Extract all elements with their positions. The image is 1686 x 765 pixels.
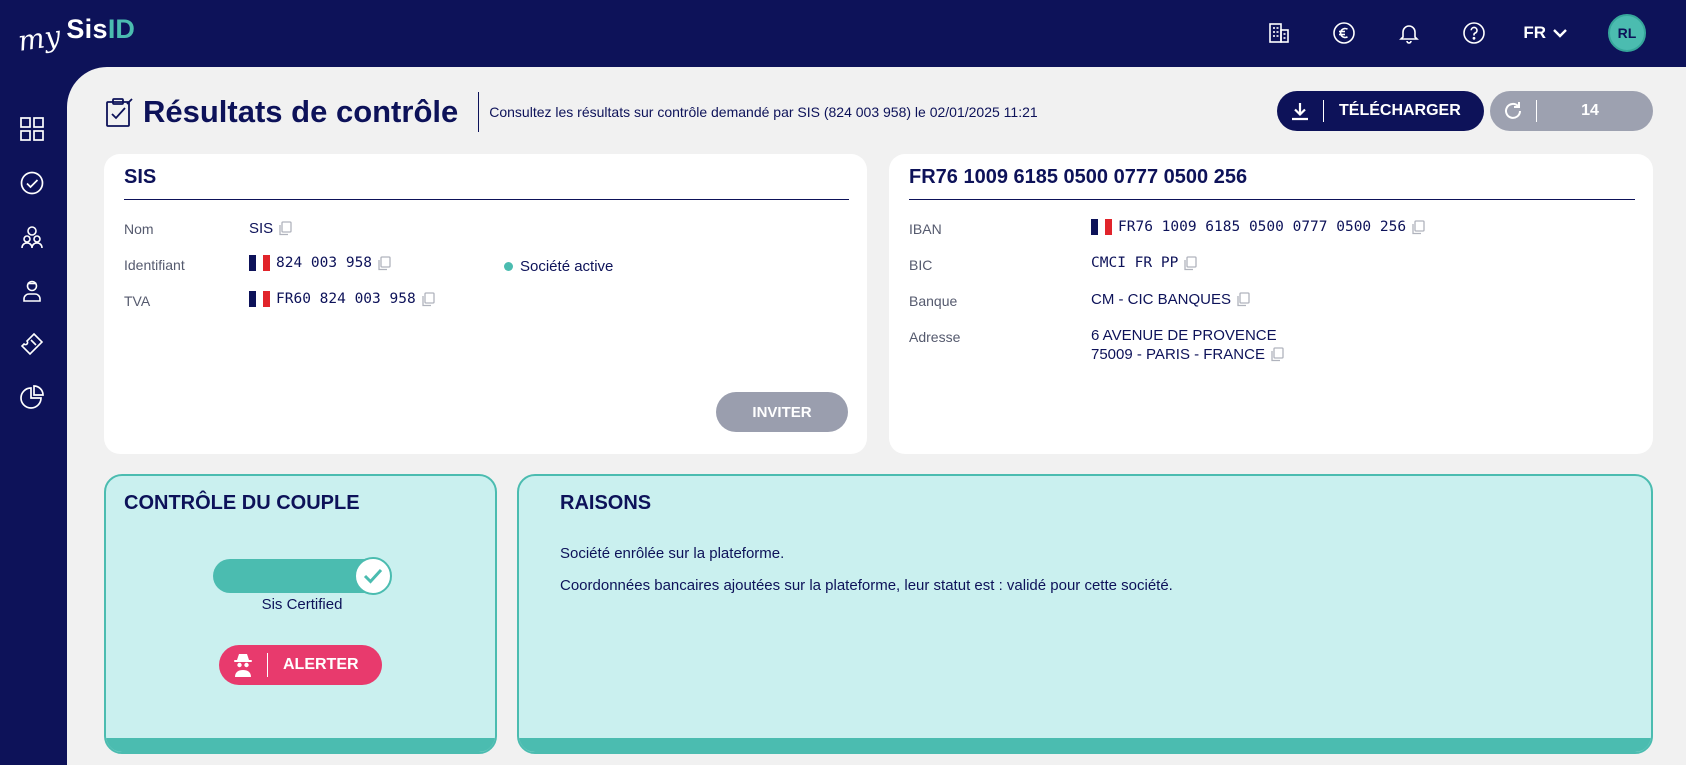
users-icon[interactable]: [18, 223, 46, 251]
page-subtitle: Consultez les résultats sur contrôle dem…: [489, 104, 1038, 120]
copy-icon[interactable]: [1270, 347, 1284, 362]
bank-field: CM - CIC BANQUES: [1091, 291, 1250, 308]
iban-label: IBAN: [909, 221, 942, 237]
logo-sis: Sis: [66, 14, 108, 44]
reason-item: Coordonnées bancaires ajoutées sur la pl…: [560, 577, 1173, 594]
clipboard-check-icon: [106, 98, 133, 127]
bank-label: Banque: [909, 293, 958, 309]
sidebar: [0, 67, 67, 765]
bank-title: FR76 1009 6185 0500 0777 0500 256: [909, 166, 1248, 188]
identifier-field: 824 003 958: [249, 255, 391, 271]
help-icon[interactable]: [1453, 12, 1495, 54]
language-selector[interactable]: FR: [1523, 23, 1568, 43]
address-label: Adresse: [909, 329, 961, 345]
status-dot: [504, 262, 513, 271]
vat-label: TVA: [124, 293, 151, 309]
download-divider: [1323, 100, 1324, 122]
status-badge: Société active: [504, 258, 613, 275]
download-label: TÉLÉCHARGER: [1339, 102, 1461, 119]
bic-label: BIC: [909, 257, 933, 273]
toggle-label: Sis Certified: [261, 596, 343, 613]
copy-icon[interactable]: [1236, 292, 1250, 307]
refresh-button[interactable]: 14: [1490, 91, 1653, 131]
refresh-icon: [1490, 100, 1536, 122]
download-button[interactable]: TÉLÉCHARGER: [1277, 91, 1484, 131]
name-value: SIS: [249, 220, 274, 237]
couple-control-card: CONTRÔLE DU COUPLE Sis Certified ALERTER: [104, 474, 497, 754]
reason-item: Société enrôlée sur la plateforme.: [560, 545, 785, 562]
reasons-card: RAISONS Société enrôlée sur la plateform…: [517, 474, 1653, 754]
address-line-2: 75009 - PARIS - FRANCE: [1091, 346, 1265, 363]
alert-label: ALERTER: [283, 656, 359, 673]
address-line-1: 6 AVENUE DE PROVENCE: [1091, 327, 1277, 344]
reasons-title: RAISONS: [560, 492, 652, 514]
chevron-down-icon: [1553, 29, 1567, 38]
top-bar: my Sis ID FR RL: [0, 0, 1686, 67]
address-field-2: 75009 - PARIS - FRANCE: [1091, 346, 1284, 363]
refresh-count: 14: [1581, 102, 1599, 119]
copy-icon[interactable]: [421, 291, 435, 307]
logo-id: ID: [107, 14, 135, 44]
alert-button[interactable]: ALERTER: [219, 645, 382, 685]
vat-value: FR60 824 003 958: [276, 291, 416, 307]
logo-my: my: [15, 19, 63, 58]
copy-icon[interactable]: [1411, 219, 1425, 235]
bell-icon[interactable]: [1388, 12, 1430, 54]
main-content: Résultats de contrôle Consultez les résu…: [67, 67, 1686, 765]
avatar[interactable]: RL: [1608, 14, 1646, 52]
iban-value: FR76 1009 6185 0500 0777 0500 256: [1118, 219, 1407, 235]
bank-card: FR76 1009 6185 0500 0777 0500 256 IBAN F…: [889, 154, 1653, 454]
euro-icon[interactable]: [1323, 12, 1365, 54]
ticket-icon[interactable]: [18, 330, 46, 358]
download-icon: [1277, 101, 1323, 121]
alert-divider: [267, 653, 268, 677]
top-actions: FR RL: [1235, 12, 1646, 54]
name-label: Nom: [124, 221, 154, 237]
pie-chart-icon[interactable]: [18, 383, 46, 411]
invite-button[interactable]: INVITER: [716, 392, 848, 432]
page-header: Résultats de contrôle Consultez les résu…: [103, 91, 1038, 133]
france-flag-icon: [1091, 219, 1112, 235]
bic-field: CMCI FR PP: [1091, 255, 1197, 271]
spy-icon: [219, 653, 267, 677]
header-divider: [478, 92, 480, 132]
identifier-label: Identifiant: [124, 257, 185, 273]
company-title: SIS: [124, 166, 157, 188]
couple-card-footer: [106, 738, 495, 752]
couple-title: CONTRÔLE DU COUPLE: [124, 492, 360, 514]
dashboard-icon[interactable]: [18, 115, 46, 143]
copy-icon[interactable]: [377, 255, 391, 271]
company-card: SIS Nom SIS Identifiant 824 003 958 Soci…: [104, 154, 867, 454]
copy-icon[interactable]: [1183, 255, 1197, 271]
name-field: SIS: [249, 220, 292, 237]
bank-title-rule: [909, 199, 1635, 200]
bic-value: CMCI FR PP: [1091, 255, 1179, 271]
vat-field: FR60 824 003 958: [249, 291, 435, 307]
reasons-card-footer: [519, 738, 1651, 752]
identifier-value: 824 003 958: [276, 255, 373, 271]
company-title-rule: [124, 199, 849, 200]
iban-field: FR76 1009 6185 0500 0777 0500 256: [1091, 219, 1425, 235]
page-title: Résultats de contrôle: [143, 94, 459, 129]
building-icon[interactable]: [1258, 12, 1300, 54]
logo[interactable]: my Sis ID: [15, 14, 135, 60]
bank-value: CM - CIC BANQUES: [1091, 291, 1232, 308]
certified-toggle[interactable]: [213, 557, 392, 595]
language-label: FR: [1523, 23, 1546, 42]
check-circle-icon[interactable]: [18, 169, 46, 197]
user-icon[interactable]: [18, 276, 46, 304]
status-text: Société active: [520, 258, 614, 275]
france-flag-icon: [249, 255, 270, 271]
france-flag-icon: [249, 291, 270, 307]
copy-icon[interactable]: [278, 221, 292, 236]
check-icon: [354, 557, 392, 595]
